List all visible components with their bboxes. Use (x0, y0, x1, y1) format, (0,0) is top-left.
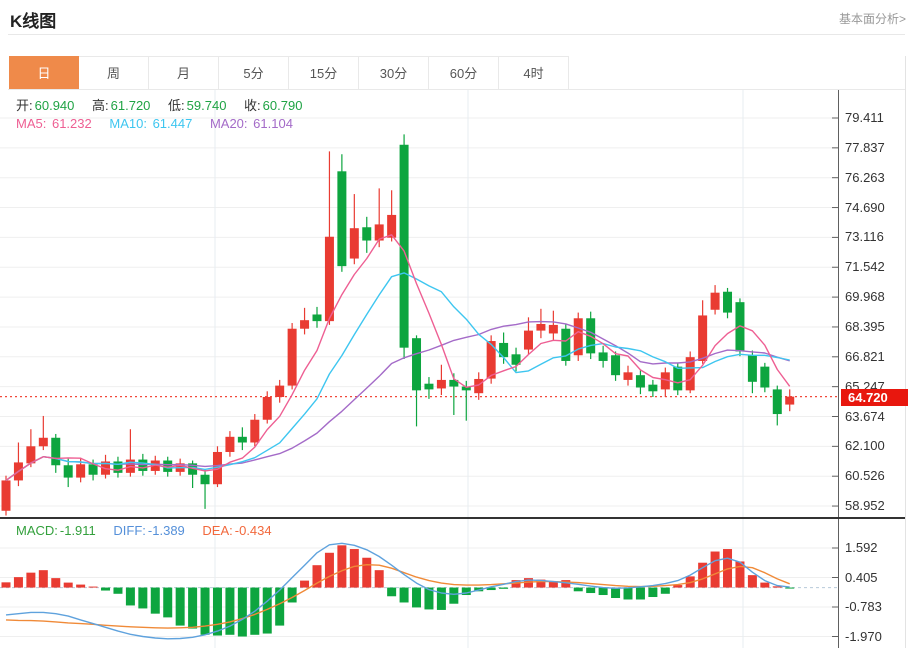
ma20-value: 61.104 (253, 116, 293, 131)
ma10-label: MA10: (109, 116, 147, 131)
tab-4hour[interactable]: 4时 (499, 56, 569, 89)
ma5-value: 61.232 (52, 116, 92, 131)
price-axis-label: 68.395 (845, 320, 885, 334)
macd-label: MACD: (16, 523, 58, 538)
tab-week[interactable]: 周 (79, 56, 149, 89)
current-price-badge: 64.720 (841, 389, 908, 406)
high-label: 高: (92, 98, 109, 113)
tab-30min[interactable]: 30分 (359, 56, 429, 89)
ohlc-low: 低:59.740 (168, 98, 226, 113)
price-axis-label: 73.116 (845, 230, 884, 244)
dea-value-info: DEA:-0.434 (202, 523, 271, 538)
price-axis-label: 69.968 (845, 290, 885, 304)
open-label: 开: (16, 98, 33, 113)
close-value: 60.790 (263, 98, 303, 113)
macd-value-info: MACD:-1.911 (16, 523, 96, 538)
macd-axis-label: 1.592 (845, 541, 878, 555)
ohlc-open: 开:60.940 (16, 98, 74, 113)
ohlc-info: 开:60.940 高:61.720 低:59.740 收:60.790 (16, 95, 316, 114)
dea-value: -0.434 (235, 523, 272, 538)
diff-value: -1.389 (148, 523, 185, 538)
price-axis-label: 63.674 (845, 410, 885, 424)
high-value: 61.720 (111, 98, 151, 113)
ma-info: MA5: 61.232 MA10: 61.447 MA20: 61.104 (16, 116, 307, 131)
tab-month[interactable]: 月 (149, 56, 219, 89)
ohlc-high: 高:61.720 (92, 98, 150, 113)
macd-axis-label: 0.405 (845, 571, 878, 585)
low-value: 59.740 (187, 98, 227, 113)
price-axis-label: 62.100 (845, 439, 885, 453)
price-axis-label: 71.542 (845, 260, 885, 274)
price-axis-label: 66.821 (845, 350, 885, 364)
ma5-info: MA5: 61.232 (16, 116, 92, 131)
panel-divider (0, 517, 905, 519)
macd-value: -1.911 (60, 523, 96, 538)
tab-60min[interactable]: 60分 (429, 56, 499, 89)
price-axis-label: 76.263 (845, 171, 885, 185)
tab-15min[interactable]: 15分 (289, 56, 359, 89)
ohlc-close: 收:60.790 (244, 98, 302, 113)
diff-value-info: DIFF:-1.389 (113, 523, 184, 538)
price-axis-label: 60.526 (845, 469, 885, 483)
macd-axis-label: -0.783 (845, 600, 882, 614)
price-axis-label: 79.411 (845, 111, 884, 125)
ma5-label: MA5: (16, 116, 46, 131)
close-label: 收: (244, 98, 261, 113)
price-axis-label: 58.952 (845, 499, 885, 513)
ma10-info: MA10: 61.447 (109, 116, 192, 131)
price-axis-label: 77.837 (845, 141, 885, 155)
low-label: 低: (168, 98, 185, 113)
open-value: 60.940 (35, 98, 75, 113)
macd-axis-label: -1.970 (845, 630, 882, 644)
ma20-label: MA20: (210, 116, 248, 131)
ma20-info: MA20: 61.104 (210, 116, 293, 131)
tab-5min[interactable]: 5分 (219, 56, 289, 89)
interval-tabs: 日周月5分15分30分60分4时 (9, 56, 569, 89)
dea-label: DEA: (202, 523, 232, 538)
kline-page: { "header": { "title": "K线图", "link": "基… (0, 0, 912, 648)
price-axis-label: 74.690 (845, 201, 885, 215)
diff-label: DIFF: (113, 523, 146, 538)
ma10-value: 61.447 (153, 116, 193, 131)
tab-day[interactable]: 日 (9, 56, 79, 89)
macd-indicator-info: MACD:-1.911 DIFF:-1.389 DEA:-0.434 (16, 523, 286, 538)
